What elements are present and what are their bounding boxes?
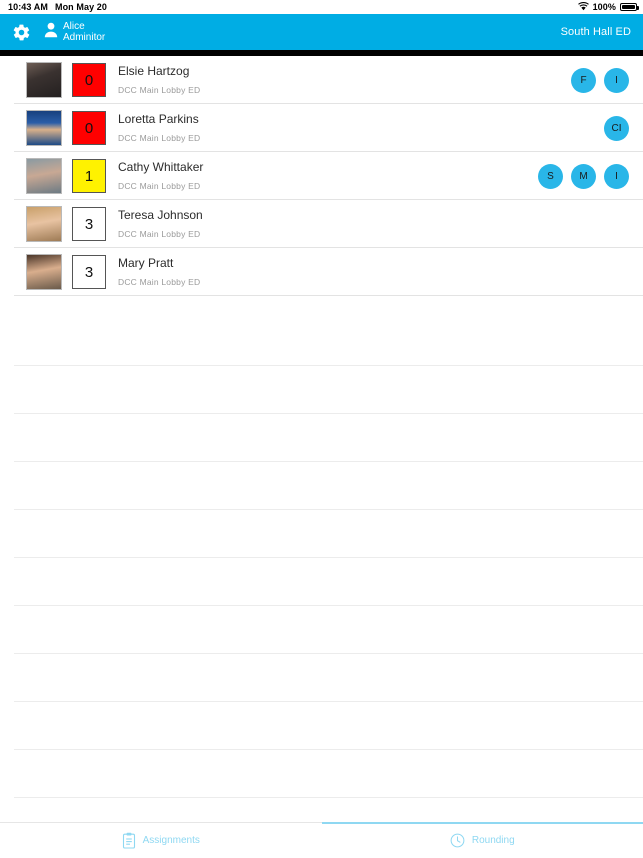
patient-info: Teresa Johnson DCC Main Lobby ED bbox=[118, 207, 203, 241]
patient-info: Loretta Parkins DCC Main Lobby ED bbox=[118, 111, 200, 145]
avatar-photo bbox=[27, 207, 61, 241]
patient-list: 0 Elsie Hartzog DCC Main Lobby ED F I 0 Lorett… bbox=[0, 56, 643, 846]
patient-location: DCC Main Lobby ED bbox=[118, 277, 201, 287]
empty-list-row bbox=[0, 366, 643, 414]
tab-rounding-label: Rounding bbox=[471, 835, 515, 846]
empty-list-row bbox=[0, 414, 643, 462]
empty-list-row bbox=[0, 654, 643, 702]
empty-list-row bbox=[0, 702, 643, 750]
patient-row[interactable]: 0 Loretta Parkins DCC Main Lobby ED CI bbox=[0, 104, 643, 152]
patient-name: Loretta Parkins bbox=[118, 112, 199, 126]
patient-badges: FI bbox=[571, 67, 629, 93]
patient-avatar-cathy-whittaker bbox=[26, 158, 62, 194]
patient-name: Teresa Johnson bbox=[118, 208, 203, 222]
status-bar-time: 10:43 AM bbox=[8, 2, 48, 12]
patient-name: Elsie Hartzog bbox=[118, 64, 190, 78]
list-gap bbox=[0, 296, 643, 318]
battery-full-icon bbox=[620, 3, 639, 11]
user-last-name: Adminitor bbox=[63, 32, 106, 43]
patient-badge-f[interactable]: F bbox=[571, 67, 596, 93]
patient-badge-s[interactable]: S bbox=[538, 163, 563, 189]
patient-info: Mary Pratt DCC Main Lobby ED bbox=[118, 255, 200, 289]
empty-list-row bbox=[0, 462, 643, 510]
patient-score-box: 0 bbox=[72, 111, 106, 145]
tab-assignments-label: Assignments bbox=[142, 835, 200, 846]
clipboard-icon bbox=[122, 832, 136, 849]
patient-row[interactable]: 1 Cathy Whittaker DCC Main Lobby ED S M I bbox=[0, 152, 643, 200]
patient-avatar-teresa-johnson bbox=[26, 206, 62, 242]
empty-list-row bbox=[0, 318, 643, 366]
empty-list-row bbox=[0, 510, 643, 558]
empty-list-row bbox=[0, 750, 643, 798]
person-icon bbox=[44, 22, 58, 43]
avatar-photo bbox=[27, 111, 61, 145]
patient-badge-i[interactable]: I bbox=[604, 67, 629, 93]
patient-avatar-elsie-hartzog bbox=[26, 62, 62, 98]
tab-assignments[interactable]: Assignments bbox=[0, 823, 322, 858]
patient-info: Elsie Hartzog DCC Main Lobby ED bbox=[118, 63, 200, 97]
avatar-photo bbox=[27, 159, 61, 193]
patient-score-box: 1 bbox=[72, 159, 106, 193]
patient-location: DCC Main Lobby ED bbox=[118, 133, 201, 143]
unit-label[interactable]: South Hall ED bbox=[561, 26, 631, 38]
bottom-tab-bar: Assignments Rounding bbox=[0, 822, 643, 858]
empty-list-row bbox=[0, 606, 643, 654]
patient-location: DCC Main Lobby ED bbox=[118, 229, 201, 239]
battery-percent-label: 100% bbox=[592, 2, 616, 12]
tab-rounding[interactable]: Rounding bbox=[321, 822, 643, 858]
patient-location: DCC Main Lobby ED bbox=[118, 85, 201, 95]
patient-score-box: 3 bbox=[72, 255, 106, 289]
wifi-icon bbox=[577, 1, 589, 13]
patient-badge-m[interactable]: M bbox=[571, 163, 596, 189]
patient-score-box: 0 bbox=[72, 63, 106, 97]
patient-row[interactable]: 0 Elsie Hartzog DCC Main Lobby ED F I bbox=[0, 56, 643, 104]
user-account-button[interactable]: Alice Adminitor bbox=[44, 21, 105, 43]
patient-row[interactable]: 3 Teresa Johnson DCC Main Lobby ED bbox=[0, 200, 643, 248]
patient-avatar-mary-pratt bbox=[26, 254, 62, 290]
status-bar-right-cluster: 100% bbox=[577, 1, 639, 13]
patient-location: DCC Main Lobby ED bbox=[118, 181, 201, 191]
user-first-name: Alice bbox=[63, 21, 85, 32]
empty-list-row bbox=[0, 558, 643, 606]
patient-badges: CI bbox=[604, 115, 629, 141]
user-name-block: Alice Adminitor bbox=[63, 21, 105, 43]
status-bar-date: Mon May 20 bbox=[54, 2, 107, 12]
gear-icon[interactable] bbox=[10, 21, 32, 43]
avatar-photo bbox=[27, 63, 61, 97]
app-header-bar: Alice Adminitor South Hall ED bbox=[0, 14, 643, 50]
avatar-photo bbox=[27, 255, 61, 289]
patient-info: Cathy Whittaker DCC Main Lobby ED bbox=[118, 159, 203, 193]
patient-badge-i[interactable]: I bbox=[604, 163, 629, 189]
clock-icon bbox=[450, 833, 465, 848]
ios-status-bar: 10:43 AM Mon May 20 100% bbox=[0, 0, 643, 14]
patient-row[interactable]: 3 Mary Pratt DCC Main Lobby ED bbox=[0, 248, 643, 296]
patient-name: Mary Pratt bbox=[118, 256, 174, 270]
patient-score-box: 3 bbox=[72, 207, 106, 241]
patient-badge-ci[interactable]: CI bbox=[604, 115, 629, 141]
patient-avatar-loretta-parkins bbox=[26, 110, 62, 146]
patient-badges: SMI bbox=[538, 163, 629, 189]
patient-name: Cathy Whittaker bbox=[118, 160, 204, 174]
